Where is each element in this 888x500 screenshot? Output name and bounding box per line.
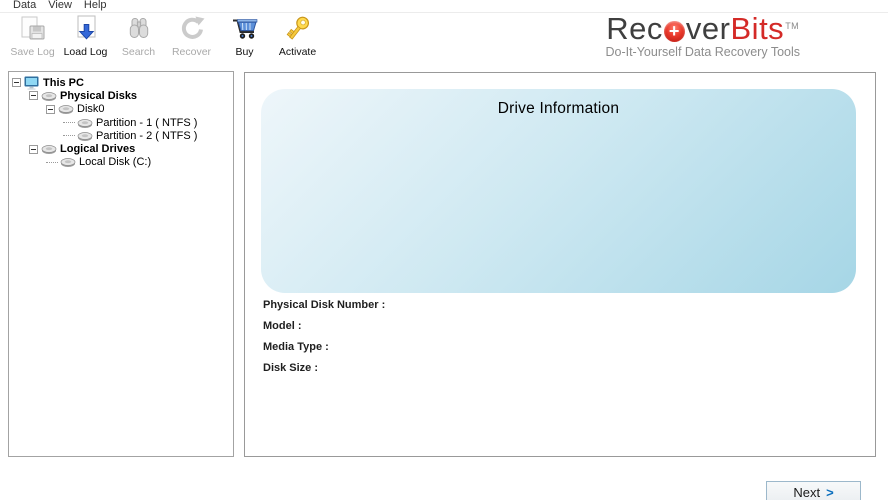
brand-bits: Bits	[730, 11, 785, 46]
tree-label: Partition - 1 ( NTFS )	[96, 116, 198, 129]
disk-icon	[77, 131, 93, 141]
field-label: Media Type :	[263, 341, 329, 353]
load-log-label: Load Log	[63, 46, 108, 58]
load-document-icon	[77, 15, 95, 40]
chevron-right-icon: >	[826, 485, 834, 500]
key-icon	[286, 16, 309, 40]
drive-info-fields: Physical Disk Number : Model : Media Typ…	[263, 299, 385, 383]
recover-arrow-icon	[181, 16, 204, 39]
brand-ver: ver	[685, 11, 731, 46]
load-log-button[interactable]: Load Log	[59, 14, 112, 58]
toolbar: Save Log Load Log Search Recover Buy Act…	[6, 14, 324, 58]
tree-label: Physical Disks	[60, 89, 138, 102]
brand-rec: Rec	[606, 11, 663, 46]
tree-item-this-pc[interactable]: This PC	[9, 76, 233, 90]
collapse-icon[interactable]	[29, 91, 38, 101]
field-physical-disk-number: Physical Disk Number :	[263, 299, 385, 320]
tree-connector	[46, 161, 58, 163]
computer-icon	[24, 76, 39, 90]
disk-icon	[41, 92, 57, 101]
next-button-label: Next	[793, 485, 821, 500]
brand-plus-circle-icon: +	[663, 21, 685, 42]
menu-view[interactable]: View	[42, 0, 78, 11]
brand-wordmark: Rec + verBitsTM	[605, 12, 800, 45]
tree-label: Local Disk (C:)	[79, 156, 152, 169]
field-label: Physical Disk Number :	[263, 299, 386, 311]
drive-info-box: Drive Information	[261, 89, 856, 293]
collapse-icon[interactable]	[12, 78, 21, 88]
disk-icon	[77, 118, 93, 128]
binoculars-icon	[129, 18, 148, 38]
tree-item-logical-drives[interactable]: Logical Drives	[9, 142, 233, 155]
buy-button[interactable]: Buy	[218, 14, 271, 58]
field-label: Disk Size :	[263, 362, 319, 374]
field-label: Model :	[263, 320, 302, 332]
tree-label: Disk0	[77, 103, 105, 116]
field-disk-size: Disk Size :	[263, 362, 385, 383]
tree-label: This PC	[43, 76, 84, 89]
drive-tree-panel: This PC Physical Disks Disk0 Partition -…	[8, 71, 234, 457]
collapse-icon[interactable]	[29, 144, 38, 154]
tree-item-partition-1[interactable]: Partition - 1 ( NTFS )	[9, 116, 233, 129]
tree-item-partition-2[interactable]: Partition - 2 ( NTFS )	[9, 129, 233, 142]
shopping-cart-icon	[232, 19, 257, 39]
collapse-icon[interactable]	[46, 104, 55, 114]
tree-connector	[63, 122, 75, 124]
save-log-button[interactable]: Save Log	[6, 14, 59, 58]
recover-button[interactable]: Recover	[165, 14, 218, 58]
brand-logo: Rec + verBitsTM Do-It-Yourself Data Recove…	[605, 12, 800, 59]
tree-label: Partition - 2 ( NTFS )	[96, 129, 198, 142]
brand-tagline: Do-It-Yourself Data Recovery Tools	[605, 45, 800, 59]
tree-item-local-disk-c[interactable]: Local Disk (C:)	[9, 156, 233, 169]
tree-connector	[63, 135, 75, 137]
disk-icon	[60, 158, 76, 168]
next-button[interactable]: Next >	[766, 481, 861, 500]
activate-button[interactable]: Activate	[271, 14, 324, 58]
search-button[interactable]: Search	[112, 14, 165, 58]
menu-help[interactable]: Help	[78, 0, 113, 11]
field-model: Model :	[263, 320, 385, 341]
disk-icon	[41, 145, 57, 155]
activate-label: Activate	[278, 46, 317, 58]
menu-data[interactable]: Data	[7, 0, 42, 11]
brand-trademark: TM	[785, 21, 800, 31]
search-label: Search	[121, 46, 156, 58]
field-media-type: Media Type :	[263, 341, 385, 362]
panel-title: Drive Information	[497, 100, 620, 117]
recover-label: Recover	[171, 46, 212, 58]
save-log-label: Save Log	[10, 46, 55, 58]
drive-info-panel: Drive Information Physical Disk Number :…	[244, 72, 876, 457]
buy-label: Buy	[235, 46, 254, 58]
save-icon	[21, 16, 44, 40]
recoverbits-window: Data View Help Save Log Load Log Search …	[0, 0, 888, 500]
disk-icon	[58, 105, 74, 115]
tree-item-physical-disks[interactable]: Physical Disks	[9, 89, 233, 102]
tree-item-disk0[interactable]: Disk0	[9, 103, 233, 116]
tree-label: Logical Drives	[60, 143, 136, 156]
